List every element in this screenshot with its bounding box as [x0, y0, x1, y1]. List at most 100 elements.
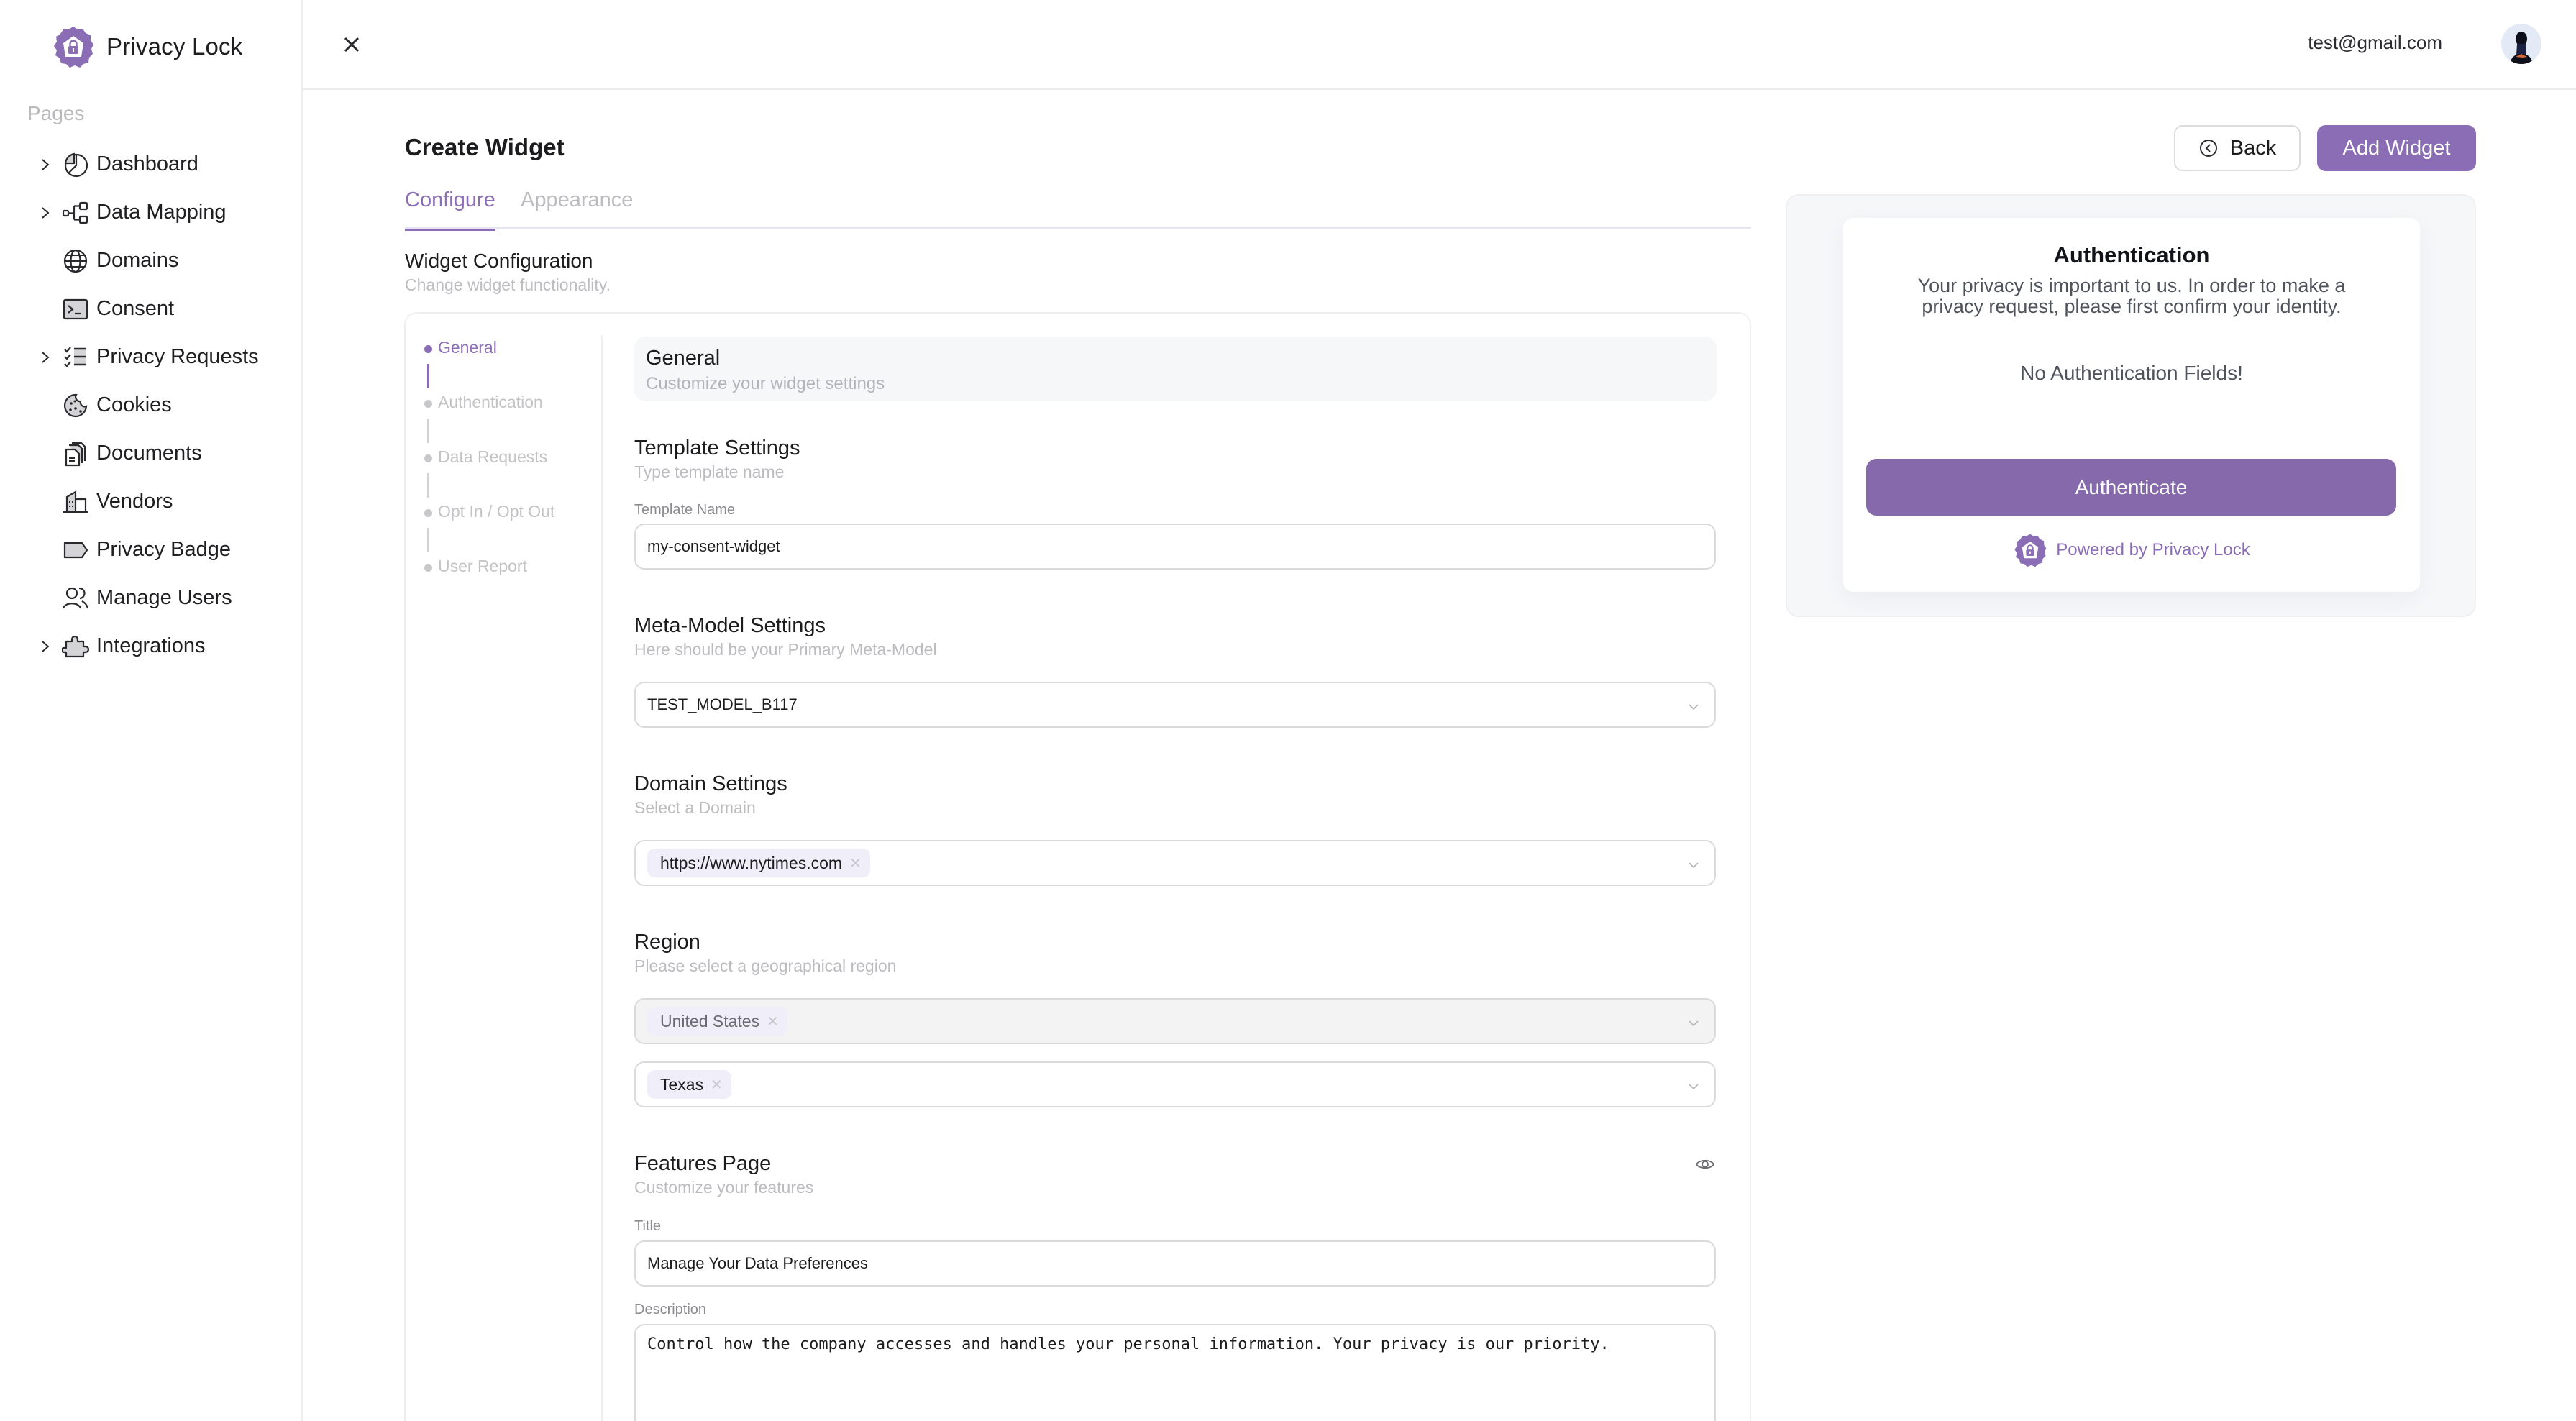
close-icon[interactable] — [339, 32, 365, 58]
step-label[interactable]: Authentication — [438, 393, 543, 412]
globe-icon — [63, 249, 88, 273]
sidebar-item-vendors[interactable]: Vendors — [0, 478, 302, 526]
template-settings-subtitle: Type template name — [634, 462, 785, 481]
eye-icon[interactable] — [1694, 1153, 1716, 1175]
template-name-label: Template Name — [634, 502, 736, 518]
step-label[interactable]: Opt In / Opt Out — [438, 502, 554, 521]
preview-description: Your privacy is important to us. In orde… — [1917, 275, 2346, 317]
user-email: test@gmail.com — [2308, 32, 2442, 53]
tab-appearance[interactable]: Appearance — [521, 188, 633, 229]
remove-chip-icon[interactable]: ✕ — [767, 1013, 779, 1031]
domain-chip-label: https://www.nytimes.com — [660, 853, 843, 872]
chevron-right-icon[interactable] — [37, 349, 53, 365]
sidebar-item-label: Integrations — [96, 634, 206, 657]
sidebar-item-consent[interactable]: Consent — [0, 285, 302, 333]
chevron-right-icon[interactable] — [37, 157, 53, 173]
brand-title: Privacy Lock — [106, 33, 243, 60]
chevron-right-icon[interactable] — [37, 205, 53, 221]
step-user-report[interactable]: User Report — [424, 557, 597, 611]
users-icon — [62, 587, 89, 608]
chevron-down-icon[interactable] — [1686, 1079, 1702, 1095]
back-button[interactable]: Back — [2174, 125, 2301, 171]
step-data-requests[interactable]: Data Requests — [424, 447, 597, 502]
widget-config-card: General Authentication Data Requests Opt… — [404, 312, 1751, 1421]
sidebar-item-label: Consent — [96, 297, 175, 320]
checklist-icon — [64, 346, 86, 367]
sidebar-item-privacy-requests[interactable]: Privacy Requests — [0, 333, 302, 381]
brand[interactable]: Privacy Lock — [52, 24, 242, 69]
sidebar-item-label: Domains — [96, 249, 179, 272]
features-page-subtitle: Customize your features — [634, 1178, 814, 1197]
sidebar-item-label: Vendors — [96, 490, 173, 513]
sidebar-item-label: Data Mapping — [96, 201, 227, 224]
features-title-label: Title — [634, 1218, 662, 1234]
tab-bar: Configure Appearance — [405, 188, 1751, 231]
section-title: Widget Configuration — [405, 250, 593, 272]
chevron-down-icon[interactable] — [1686, 857, 1702, 873]
pages-section-label: Pages — [27, 102, 85, 124]
step-authentication[interactable]: Authentication — [424, 393, 597, 447]
sidebar-item-label: Privacy Requests — [96, 345, 259, 368]
powered-by-label: Powered by Privacy Lock — [2056, 540, 2250, 559]
preview-title: Authentication — [2053, 242, 2210, 268]
sidebar-item-cookies[interactable]: Cookies — [0, 381, 302, 429]
user-avatar[interactable] — [2501, 24, 2541, 64]
template-name-input[interactable]: my-consent-widget — [634, 524, 1716, 570]
sidebar-item-label: Privacy Badge — [96, 538, 231, 561]
domain-settings-title: Domain Settings — [634, 772, 787, 795]
meta-model-select[interactable]: TEST_MODEL_B117 — [634, 682, 1716, 728]
widget-preview-panel: Authentication Your privacy is important… — [1786, 194, 2476, 617]
sidebar: Privacy Lock Pages Dashboard Data Mappin… — [0, 0, 303, 1421]
terminal-icon — [63, 298, 88, 319]
sidebar-item-integrations[interactable]: Integrations — [0, 622, 302, 670]
country-chip: United States ✕ — [647, 1007, 787, 1036]
chevron-right-icon[interactable] — [37, 639, 53, 654]
sidebar-item-label: Documents — [96, 442, 202, 465]
step-connector — [427, 528, 429, 552]
general-section-header: General Customize your widget settings — [634, 337, 1717, 401]
sidebar-item-data-mapping[interactable]: Data Mapping — [0, 188, 302, 237]
sidebar-item-documents[interactable]: Documents — [0, 429, 302, 478]
section-subtitle: Change widget functionality. — [405, 275, 611, 294]
features-description-textarea[interactable]: Control how the company accesses and han… — [634, 1324, 1716, 1421]
step-opt-in-opt-out[interactable]: Opt In / Opt Out — [424, 502, 597, 557]
sidebar-item-privacy-badge[interactable]: Privacy Badge — [0, 526, 302, 574]
template-name-value: my-consent-widget — [647, 537, 780, 555]
state-select[interactable]: Texas ✕ — [634, 1061, 1716, 1107]
privacy-lock-logo-icon — [54, 27, 93, 68]
sidebar-item-dashboard[interactable]: Dashboard — [0, 140, 302, 188]
sidebar-nav: Dashboard Data Mapping Domains Consent P… — [0, 140, 302, 670]
step-label[interactable]: General — [438, 338, 497, 357]
step-general[interactable]: General — [424, 338, 597, 393]
step-connector — [427, 419, 429, 443]
add-widget-button[interactable]: Add Widget — [2317, 125, 2476, 171]
stepper-divider — [601, 335, 603, 1421]
step-dot — [424, 345, 432, 353]
chevron-down-icon[interactable] — [1686, 1015, 1702, 1031]
features-title-input[interactable]: Manage Your Data Preferences — [634, 1240, 1716, 1287]
meta-model-value: TEST_MODEL_B117 — [647, 695, 798, 713]
remove-chip-icon[interactable]: ✕ — [711, 1076, 723, 1094]
step-label[interactable]: Data Requests — [438, 447, 547, 467]
state-chip: Texas ✕ — [647, 1070, 731, 1099]
config-stepper: General Authentication Data Requests Opt… — [424, 338, 597, 611]
sidebar-item-manage-users[interactable]: Manage Users — [0, 574, 302, 622]
domain-select[interactable]: https://www.nytimes.com ✕ — [634, 840, 1716, 886]
country-select[interactable]: United States ✕ — [634, 998, 1716, 1044]
step-dot — [424, 454, 432, 462]
cookie-icon — [63, 393, 88, 417]
powered-by-link[interactable]: Powered by Privacy Lock — [1843, 533, 2420, 567]
tag-icon — [63, 542, 88, 558]
avatar-silhouette-icon — [2510, 32, 2533, 64]
tab-configure[interactable]: Configure — [405, 188, 495, 231]
step-label[interactable]: User Report — [438, 557, 527, 576]
remove-chip-icon[interactable]: ✕ — [849, 854, 862, 872]
page-title: Create Widget — [405, 134, 565, 160]
authenticate-button[interactable]: Authenticate — [1866, 459, 2396, 516]
region-title: Region — [634, 931, 700, 954]
chevron-down-icon[interactable] — [1686, 699, 1702, 715]
flow-diagram-icon — [62, 201, 88, 224]
widget-preview-card: Authentication Your privacy is important… — [1843, 218, 2420, 592]
sidebar-item-domains[interactable]: Domains — [0, 237, 302, 285]
pie-chart-icon — [64, 152, 88, 177]
